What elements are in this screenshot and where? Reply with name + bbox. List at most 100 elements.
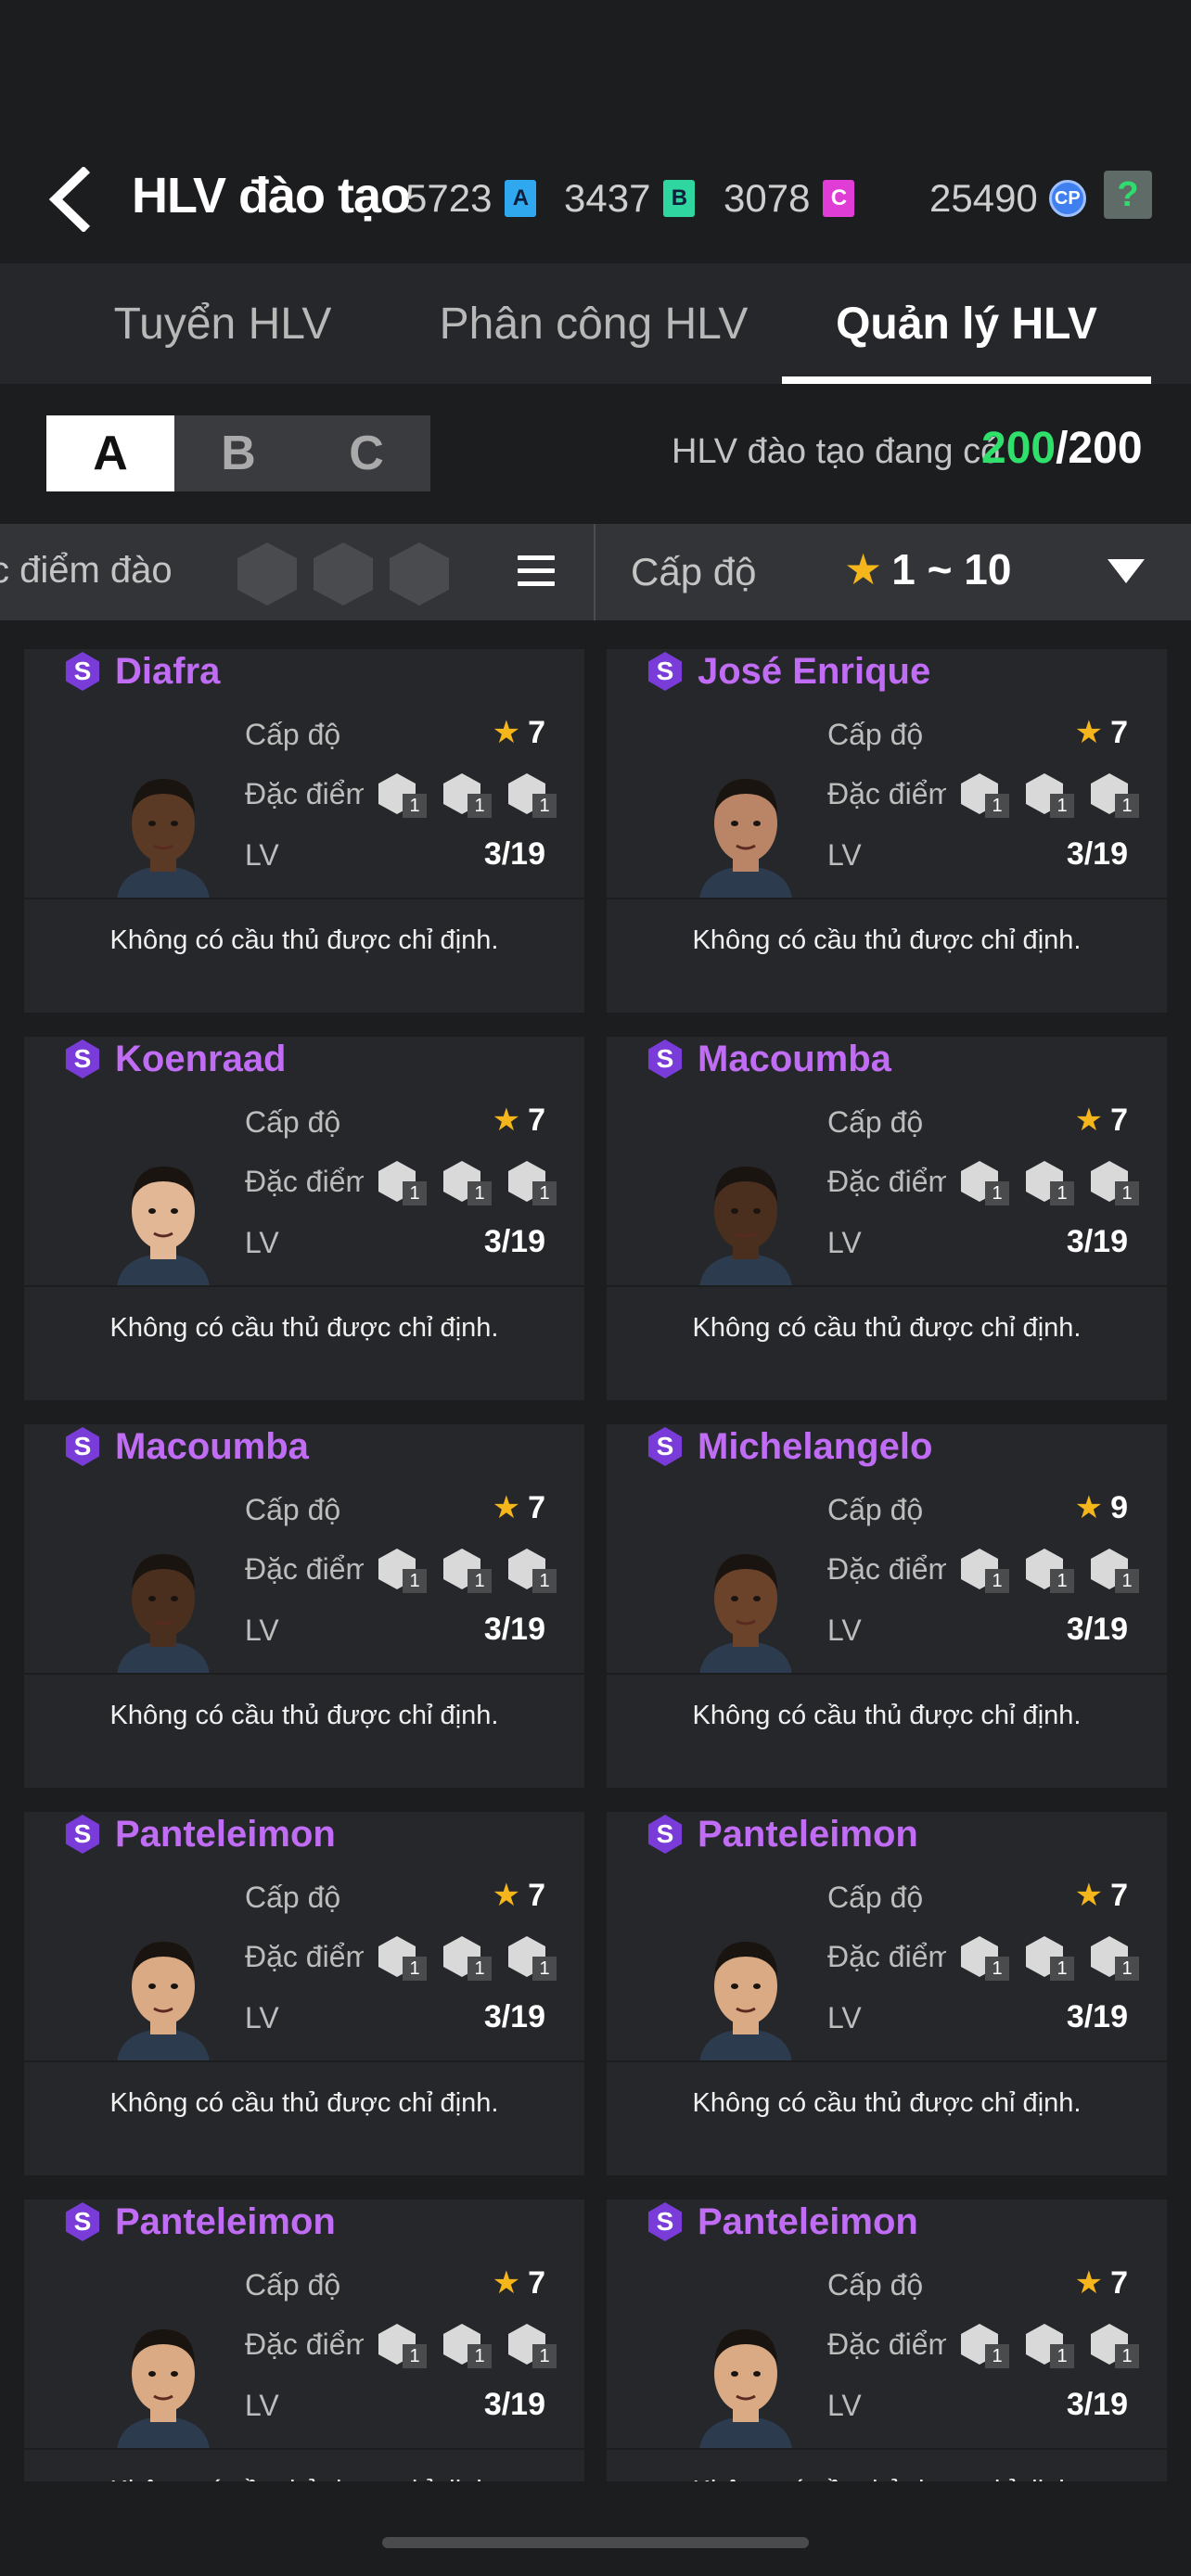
coach-avatar — [690, 2309, 801, 2450]
trait-icon[interactable]: 1 — [442, 1549, 499, 1595]
coach-name: S Macoumba — [63, 1424, 309, 1469]
trait-icon[interactable]: 1 — [377, 2324, 434, 2370]
trait-icon[interactable]: 1 — [506, 1936, 564, 1983]
trait-level: 1 — [403, 2344, 427, 2368]
trait-icon[interactable]: 1 — [506, 773, 564, 820]
trait-list: 1 1 1 — [959, 1936, 1154, 1983]
trait-icon[interactable]: 1 — [442, 773, 499, 820]
coach-rating: ★ 7 — [1075, 1102, 1128, 1139]
trait-filter[interactable]: c điểm đào — [0, 524, 594, 620]
trait-icon[interactable]: 1 — [1024, 1161, 1082, 1207]
trait-icon[interactable]: 1 — [377, 1549, 434, 1595]
trait-icon[interactable]: 1 — [442, 1936, 499, 1983]
trait-label: Đặc điểm — [827, 1552, 946, 1586]
coach-lv: 3/19 — [483, 1224, 545, 1259]
trait-slot-2[interactable] — [314, 542, 373, 606]
trait-icon[interactable]: 1 — [959, 773, 1017, 820]
coach-management-screen: { "header": { "title": "HLV đào tạo", "c… — [0, 0, 1191, 2576]
lv-label: LV — [827, 2001, 862, 2034]
coach-rating: ★ 9 — [1075, 1489, 1128, 1526]
trait-icon[interactable]: 1 — [1089, 1936, 1146, 1983]
star-icon: ★ — [492, 1878, 521, 1913]
page-title: HLV đào tạo — [132, 168, 411, 223]
coach-card[interactable]: S José Enrique Cấp độ ★ 7 Đặc điểm 1 1 1 LV 3/19 Kh… — [607, 649, 1167, 1013]
level-label: Cấp độ — [827, 1105, 924, 1139]
active-tab-indicator — [782, 376, 1151, 384]
coach-rating-value: 7 — [528, 715, 545, 750]
star-icon: ★ — [1074, 1490, 1104, 1525]
coach-card[interactable]: S Panteleimon Cấp độ ★7 Đặc điểm 1 1 1 LV 3/19 Khô… — [607, 2200, 1167, 2481]
trait-icon[interactable]: 1 — [1089, 1161, 1146, 1207]
coach-name: S Macoumba — [646, 1037, 891, 1081]
coach-list[interactable]: S Diafra Cấp độ ★ 7 Đặc điểm 1 1 1 LV 3/19 Không có… — [0, 649, 1191, 2481]
currency-c: 3078 C — [724, 176, 855, 221]
coach-count-label: HLV đào tạo đang có — [672, 432, 1001, 471]
trait-icon[interactable]: 1 — [377, 773, 434, 820]
trait-icon[interactable]: 1 — [506, 1549, 564, 1595]
coach-card[interactable]: S Michelangelo Cấp độ ★ 9 Đặc điểm 1 1 1 LV 3/19 Kh… — [607, 1424, 1167, 1788]
trait-level: 1 — [467, 2344, 492, 2368]
group-c-button[interactable]: C — [302, 415, 430, 491]
tab-manage-coach[interactable]: Quản lý HLV — [782, 263, 1151, 384]
trait-level: 1 — [403, 794, 427, 818]
coach-card[interactable]: S Panteleimon Cấp độ ★7 Đặc điểm 1 1 1 LV 3/19 Khô… — [24, 1812, 584, 2175]
coach-card[interactable]: S Panteleimon Cấp độ ★7 Đặc điểm 1 1 1 LV 3/19 Khô… — [24, 2200, 584, 2481]
dropdown-arrow-icon[interactable] — [1108, 559, 1145, 583]
trait-label: Đặc điểm — [245, 777, 364, 810]
star-icon: ★ — [1074, 1103, 1104, 1138]
coach-rating-value: 9 — [1110, 1490, 1128, 1525]
trait-icon[interactable]: 1 — [1024, 773, 1082, 820]
tab-assign-coach[interactable]: Phân công HLV — [408, 263, 779, 384]
coach-name-text: Panteleimon — [115, 2200, 336, 2242]
star-icon: ★ — [492, 1103, 521, 1138]
coach-card[interactable]: S Koenraad Cấp độ ★ 7 Đặc điểm 1 1 1 LV 3/19 Không … — [24, 1037, 584, 1400]
help-button[interactable]: ? — [1104, 171, 1152, 219]
group-a-button[interactable]: A — [46, 415, 174, 491]
trait-icon[interactable]: 1 — [959, 1936, 1017, 1983]
coach-lv: 3/19 — [1066, 836, 1128, 872]
tab-recruit-coach[interactable]: Tuyển HLV — [56, 263, 390, 384]
trait-slot-3[interactable] — [390, 542, 449, 606]
trait-icon[interactable]: 1 — [506, 1161, 564, 1207]
coach-name: S Michelangelo — [646, 1424, 932, 1469]
coach-card[interactable]: S Panteleimon Cấp độ ★7 Đặc điểm 1 1 1 LV 3/19 Khô… — [607, 1812, 1167, 2175]
coach-card[interactable]: S Diafra Cấp độ ★ 7 Đặc điểm 1 1 1 LV 3/19 Không có… — [24, 649, 584, 1013]
trait-icon[interactable]: 1 — [959, 1549, 1017, 1595]
coach-name-text: José Enrique — [698, 650, 931, 692]
trait-slot-1[interactable] — [237, 542, 297, 606]
trait-level: 1 — [1050, 1957, 1074, 1981]
trait-icon[interactable]: 1 — [1089, 773, 1146, 820]
trait-icon[interactable]: 1 — [959, 2324, 1017, 2370]
trait-icon[interactable]: 1 — [377, 1936, 434, 1983]
trait-icon[interactable]: 1 — [377, 1161, 434, 1207]
coach-rating: ★ 7 — [493, 714, 545, 751]
trait-icon[interactable]: 1 — [1024, 1936, 1082, 1983]
lv-label: LV — [245, 2001, 279, 2034]
s-grade-badge-icon: S — [65, 1039, 100, 1078]
trait-icon[interactable]: 1 — [1024, 1549, 1082, 1595]
back-button[interactable] — [37, 165, 102, 234]
home-indicator[interactable] — [382, 2537, 809, 2548]
trait-icon[interactable]: 1 — [506, 2324, 564, 2370]
currency-cp-value: 25490 — [929, 176, 1038, 220]
trait-icon[interactable]: 1 — [1024, 2324, 1082, 2370]
trait-level: 1 — [532, 794, 557, 818]
trait-level: 1 — [985, 1569, 1009, 1593]
group-b-button[interactable]: B — [174, 415, 302, 491]
trait-icon[interactable]: 1 — [1089, 1549, 1146, 1595]
star-icon: ★ — [1074, 2265, 1104, 2301]
trait-icon[interactable]: 1 — [442, 2324, 499, 2370]
trait-list: 1 1 1 — [959, 1161, 1154, 1207]
coach-card[interactable]: S Macoumba Cấp độ ★ 7 Đặc điểm 1 1 1 LV 3/19 Không … — [24, 1424, 584, 1788]
level-filter-value[interactable]: ★ 1 ~ 10 — [844, 544, 1011, 594]
trait-icon[interactable]: 1 — [1089, 2324, 1146, 2370]
trait-icon[interactable]: 1 — [959, 1161, 1017, 1207]
trait-level: 1 — [403, 1181, 427, 1205]
coach-card[interactable]: S Macoumba Cấp độ ★ 7 Đặc điểm 1 1 1 LV 3/19 Không … — [607, 1037, 1167, 1400]
list-menu-icon[interactable] — [518, 555, 555, 589]
coach-avatar — [690, 1534, 801, 1675]
trait-icon[interactable]: 1 — [442, 1161, 499, 1207]
lv-label: LV — [245, 1226, 279, 1259]
coach-rating: ★ 7 — [493, 1877, 545, 1914]
level-label: Cấp độ — [827, 718, 924, 751]
